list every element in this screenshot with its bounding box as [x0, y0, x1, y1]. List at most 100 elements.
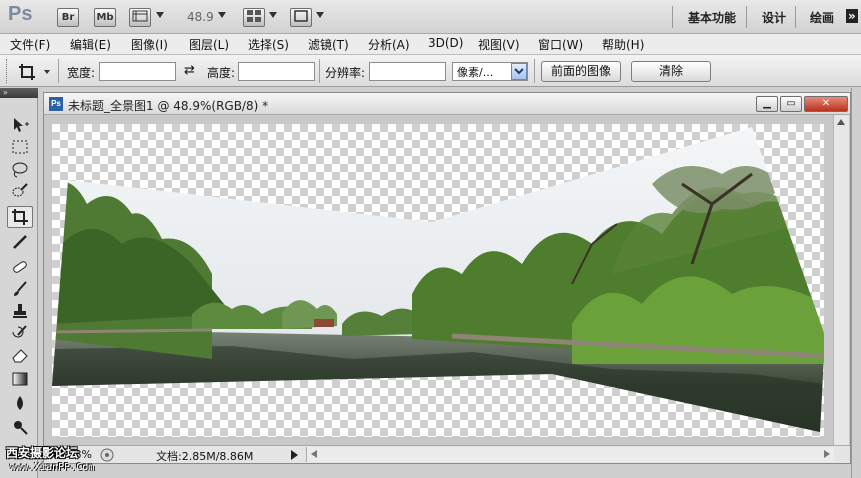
menu-file[interactable]: 文件(F) — [10, 36, 50, 53]
clone-stamp-tool[interactable] — [7, 300, 33, 322]
healing-brush-tool[interactable] — [7, 256, 33, 278]
grip-handle[interactable] — [6, 59, 8, 83]
divider — [319, 59, 320, 83]
dodge-tool[interactable] — [7, 416, 33, 438]
scroll-left-icon[interactable] — [311, 450, 317, 458]
workspace-painting[interactable]: 绘画 — [810, 9, 834, 26]
arrange-icon — [247, 10, 261, 22]
brush-icon — [14, 281, 27, 296]
crop-tool[interactable] — [7, 206, 33, 228]
close-button[interactable]: ✕ — [804, 96, 848, 112]
brush-tool[interactable] — [7, 278, 33, 300]
arrange-documents-button[interactable] — [243, 8, 265, 27]
swap-dimensions-icon[interactable]: ⇄ — [184, 63, 195, 78]
document-titlebar[interactable]: Ps 未标题_全景图1 @ 48.9%(RGB/8) * ▁ ▭ ✕ — [44, 93, 850, 115]
view-extras-button[interactable] — [129, 8, 151, 27]
watermark-url: www.XianPP.Com — [10, 462, 95, 473]
crop-icon — [12, 209, 28, 225]
document-title: 未标题_全景图1 @ 48.9%(RGB/8) * — [68, 99, 269, 113]
status-bar: 48.88% 文档:2.85M/8.86M — [44, 445, 850, 463]
bridge-button[interactable]: Br — [57, 8, 79, 27]
workspace-design[interactable]: 设计 — [762, 9, 786, 26]
resolution-label: 分辨率: — [325, 66, 366, 80]
menu-analysis[interactable]: 分析(A) — [368, 36, 410, 53]
options-bar: 宽度: ⇄ 高度: 分辨率: 像素/... 前面的图像 清除 — [0, 55, 861, 87]
quick-selection-tool[interactable] — [7, 180, 33, 202]
menu-edit[interactable]: 编辑(E) — [70, 36, 111, 53]
lasso-icon — [12, 162, 28, 178]
chevron-down-icon[interactable] — [218, 12, 226, 18]
menu-help[interactable]: 帮助(H) — [602, 36, 644, 53]
mini-bridge-button[interactable]: Mb — [94, 8, 116, 27]
resolution-input[interactable] — [369, 62, 446, 81]
height-input[interactable] — [238, 62, 315, 81]
move-icon — [14, 118, 29, 132]
zoom-level[interactable]: 48.9 — [187, 10, 214, 24]
eraser-tool[interactable] — [7, 344, 33, 366]
menu-filter[interactable]: 滤镜(T) — [308, 36, 349, 53]
marquee-icon — [12, 140, 28, 154]
height-label: 高度: — [207, 66, 236, 80]
stamp-icon — [13, 304, 27, 318]
bandage-icon — [13, 261, 27, 273]
width-label: 宽度: — [67, 66, 96, 80]
tools-panel: » — [0, 88, 38, 478]
drop-icon — [17, 396, 23, 410]
menu-view[interactable]: 视图(V) — [478, 36, 520, 53]
history-brush-icon — [12, 325, 27, 338]
chevron-down-icon[interactable] — [316, 12, 324, 18]
chevron-down-icon[interactable] — [269, 12, 277, 18]
menu-window[interactable]: 窗口(W) — [538, 36, 583, 53]
clear-button[interactable]: 清除 — [631, 61, 711, 82]
menu-bar: 文件(F) 编辑(E) 图像(I) 图层(L) 选择(S) 滤镜(T) 分析(A… — [0, 34, 861, 55]
watermark-text: 西安摄影论坛 — [6, 446, 79, 460]
blur-tool[interactable] — [7, 392, 33, 414]
document-canvas[interactable] — [52, 124, 824, 437]
document-window: Ps 未标题_全景图1 @ 48.9%(RGB/8) * ▁ ▭ ✕ 48.88… — [43, 92, 851, 464]
lasso-tool[interactable] — [7, 158, 33, 180]
gradient-icon — [12, 372, 28, 386]
eyedropper-icon — [13, 235, 27, 249]
dodge-icon — [14, 421, 28, 435]
screen-mode-icon — [294, 10, 308, 22]
workspace-essentials[interactable]: 基本功能 — [688, 9, 736, 26]
menu-select[interactable]: 选择(S) — [248, 36, 289, 53]
status-menu-icon[interactable] — [100, 448, 114, 462]
workspace-more-button[interactable]: » — [846, 9, 858, 23]
quick-selection-icon — [12, 183, 28, 197]
divider — [746, 6, 747, 28]
menu-3d[interactable]: 3D(D) — [428, 36, 463, 50]
divider — [58, 59, 59, 83]
crop-icon[interactable] — [18, 63, 36, 81]
eraser-icon — [12, 349, 28, 363]
divider — [672, 6, 673, 28]
scroll-up-icon[interactable] — [837, 119, 845, 125]
menu-layer[interactable]: 图层(L) — [189, 36, 229, 53]
scroll-right-icon[interactable] — [824, 450, 830, 458]
divider — [534, 59, 535, 83]
vertical-scrollbar[interactable] — [833, 115, 849, 445]
right-panel-dock[interactable] — [851, 88, 861, 478]
minimize-button[interactable]: ▁ — [756, 96, 778, 112]
screen-mode-button[interactable] — [290, 8, 312, 27]
panel-collapse-icon[interactable]: » — [0, 88, 38, 98]
history-brush-tool[interactable] — [7, 322, 33, 344]
front-image-button[interactable]: 前面的图像 — [541, 61, 621, 82]
application-bar: Ps Br Mb 48.9 基本功能 设计 绘画 » — [0, 0, 861, 34]
ruler-icon — [132, 10, 148, 22]
panorama-image — [52, 127, 824, 432]
photoshop-logo: Ps — [8, 3, 33, 25]
horizontal-scrollbar[interactable] — [306, 447, 834, 462]
menu-image[interactable]: 图像(I) — [131, 36, 168, 53]
dropdown-arrow-icon[interactable] — [511, 63, 527, 80]
status-arrow-icon[interactable] — [291, 450, 298, 460]
eyedropper-tool[interactable] — [7, 230, 33, 252]
restore-button[interactable]: ▭ — [780, 96, 802, 112]
chevron-down-icon[interactable] — [44, 70, 50, 74]
photoshop-doc-icon: Ps — [49, 97, 63, 111]
width-input[interactable] — [99, 62, 176, 81]
gradient-tool[interactable] — [7, 368, 33, 390]
marquee-tool[interactable] — [7, 136, 33, 158]
chevron-down-icon[interactable] — [156, 12, 164, 18]
move-tool[interactable] — [7, 114, 33, 136]
